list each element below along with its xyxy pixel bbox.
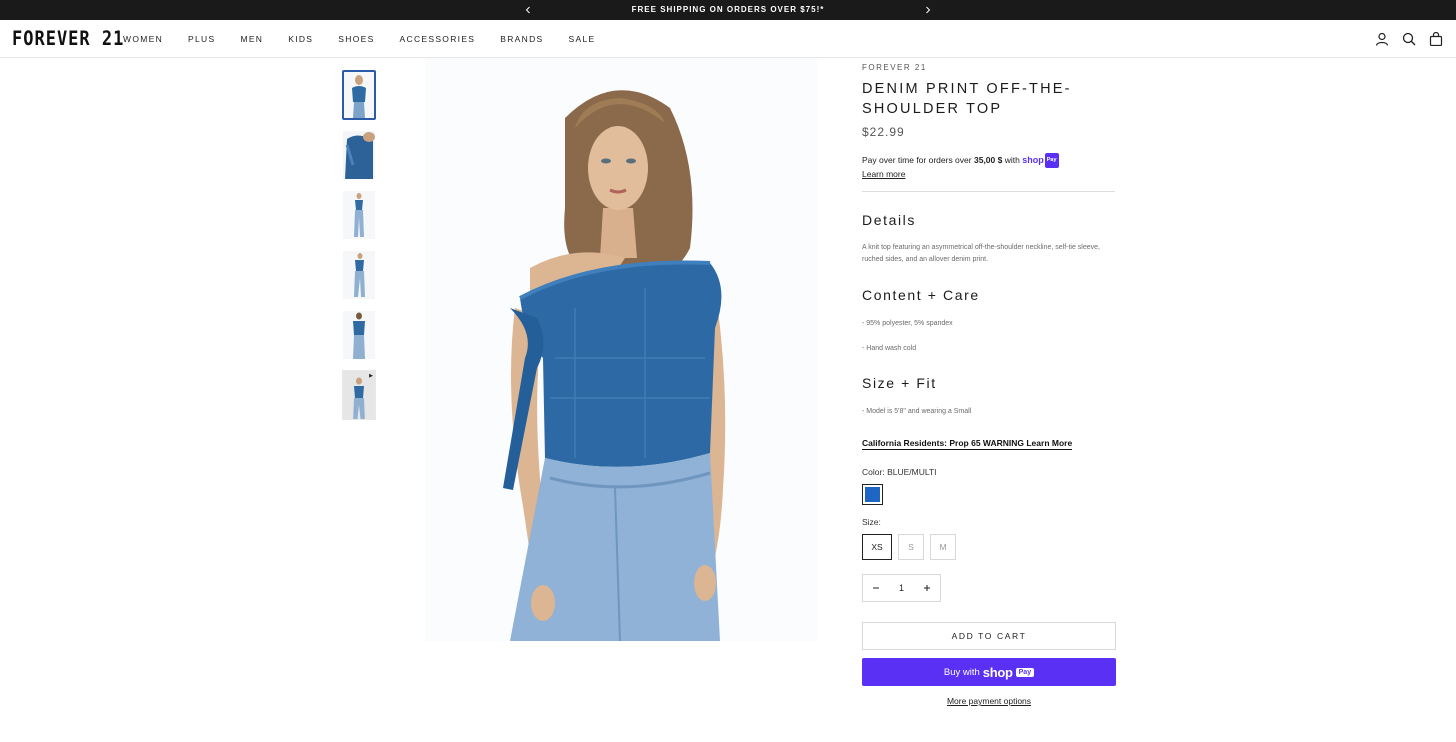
nav-shoes[interactable]: SHOES	[338, 34, 374, 44]
thumbnail-2[interactable]	[342, 130, 376, 180]
size-fit-line-1: - Model is 5'8" and wearing a Small	[862, 408, 972, 415]
thumbnail-1[interactable]	[342, 70, 376, 120]
logo[interactable]: FOREVER 21	[12, 28, 124, 51]
size-option-xs[interactable]: XS	[862, 534, 892, 560]
search-icon[interactable]	[1401, 31, 1417, 47]
quantity-increase-button[interactable]	[922, 583, 932, 593]
prop65-warning-link[interactable]: California Residents: Prop 65 WARNING Le…	[862, 438, 1073, 450]
content-care-line-1: - 95% polyester, 5% spandex	[862, 320, 953, 327]
more-payment-options-link[interactable]: More payment options	[947, 696, 1031, 706]
nav-men[interactable]: MEN	[240, 34, 263, 44]
main-product-image[interactable]	[425, 58, 817, 641]
quantity-stepper: 1	[862, 574, 941, 602]
product-price: $22.99	[862, 125, 905, 139]
add-to-cart-button[interactable]: ADD TO CART	[862, 622, 1116, 650]
shop-pay-button-brand: shop	[982, 664, 1013, 680]
quantity-decrease-button[interactable]	[871, 583, 881, 593]
chevron-right-icon[interactable]	[921, 3, 935, 17]
color-value: BLUE/MULTI	[887, 467, 937, 477]
buy-with-shop-pay-button[interactable]: Buy with shop Pay	[862, 658, 1116, 686]
installments-learn-more-link[interactable]: Learn more	[862, 169, 905, 179]
quantity-value[interactable]: 1	[899, 583, 904, 593]
thumbnail-3[interactable]	[342, 190, 376, 240]
installments-prefix: Pay over time for orders over	[862, 154, 972, 165]
color-label: Color: BLUE/MULTI	[862, 467, 937, 477]
content-care-line-2: - Hand wash cold	[862, 345, 917, 352]
divider	[862, 191, 1115, 192]
product-brand[interactable]: FOREVER 21	[862, 63, 927, 72]
size-options: XS S M	[862, 534, 956, 560]
shop-pay-logo-text: shop	[1022, 155, 1044, 165]
nav-women[interactable]: WOMEN	[123, 34, 163, 44]
account-icon[interactable]	[1374, 31, 1390, 47]
installments-message: Pay over time for orders over 35,00 $ wi…	[862, 153, 1059, 181]
shop-pay-button-badge: Pay	[1015, 667, 1035, 677]
bag-icon[interactable]	[1428, 31, 1444, 47]
announcement-text[interactable]: FREE SHIPPING ON ORDERS OVER $75!*	[0, 0, 1456, 20]
thumbnail-6-video[interactable]: ▶	[342, 370, 376, 420]
announcement-bar: FREE SHIPPING ON ORDERS OVER $75!*	[0, 0, 1456, 20]
thumbnail-5[interactable]	[342, 310, 376, 360]
color-swatch-blue-multi[interactable]	[862, 484, 883, 505]
details-heading: Details	[862, 212, 916, 228]
installments-amount: 35,00 $	[973, 154, 1003, 165]
installments-suffix: with	[1004, 154, 1020, 165]
shop-pay-logo-badge: Pay	[1044, 153, 1059, 168]
color-label-text: Color:	[862, 467, 885, 477]
nav-plus[interactable]: PLUS	[188, 34, 215, 44]
nav-brands[interactable]: BRANDS	[500, 34, 543, 44]
play-icon: ▶	[369, 373, 373, 379]
nav-sale[interactable]: SALE	[569, 34, 596, 44]
size-label: Size:	[862, 517, 881, 527]
size-option-s[interactable]: S	[898, 534, 924, 560]
content-care-heading: Content + Care	[862, 287, 980, 303]
more-payment-options: More payment options	[862, 696, 1116, 706]
header-icons	[1374, 31, 1444, 47]
main-nav: WOMEN PLUS MEN KIDS SHOES ACCESSORIES BR…	[123, 20, 620, 58]
shop-pay-button-prefix: Buy with	[943, 666, 980, 678]
shop-pay-logo: shop Pay	[1022, 153, 1059, 168]
product-title: DENIM PRINT OFF-THE-SHOULDER TOP	[862, 81, 1072, 117]
color-swatch-fill	[865, 487, 880, 502]
site-header: FOREVER 21 WOMEN PLUS MEN KIDS SHOES ACC…	[0, 20, 1456, 58]
size-fit-heading: Size + Fit	[862, 375, 937, 391]
size-option-m[interactable]: M	[930, 534, 956, 560]
details-text: A knit top featuring an asymmetrical off…	[862, 244, 1100, 263]
thumbnail-4[interactable]	[342, 250, 376, 300]
nav-accessories[interactable]: ACCESSORIES	[400, 34, 476, 44]
thumbnail-list: ▶	[342, 70, 376, 430]
nav-kids[interactable]: KIDS	[288, 34, 313, 44]
